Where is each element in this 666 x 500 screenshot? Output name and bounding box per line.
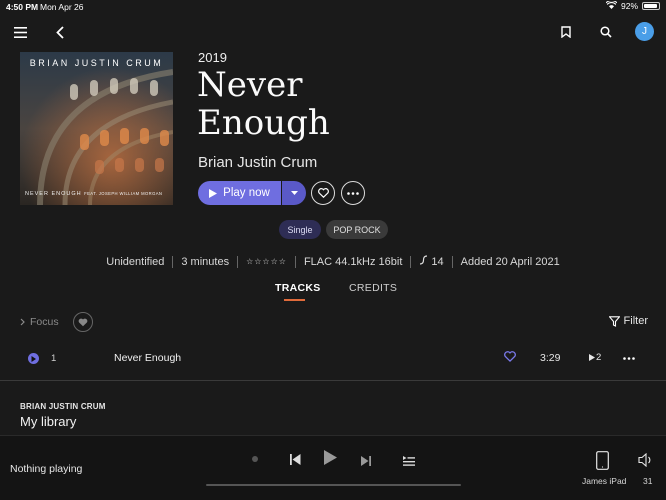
tab-credits[interactable]: CREDITS — [349, 282, 397, 294]
versions-play-icon — [589, 354, 595, 361]
meta-dynamic-range: 14 — [431, 255, 444, 268]
status-right: 92% — [605, 0, 660, 11]
battery-percent: 92% — [620, 1, 638, 11]
track-number: 1 — [51, 353, 57, 364]
tab-active-indicator — [284, 299, 305, 301]
meta-duration: 3 minutes — [181, 255, 230, 268]
filter-label: Filter — [623, 315, 648, 327]
avatar[interactable]: J — [635, 22, 654, 41]
album-title: Never Enough — [197, 65, 330, 143]
status-date: Mon Apr 26 — [40, 2, 84, 12]
track-duration: 3:29 — [540, 352, 561, 364]
tab-bar: TRACKS CREDITS — [0, 282, 666, 304]
play-now-button[interactable]: Play now — [198, 181, 281, 205]
meta-separator — [451, 255, 453, 268]
wifi-icon — [605, 0, 618, 11]
play-options-button[interactable] — [282, 181, 306, 205]
back-icon[interactable] — [49, 21, 71, 43]
album-year: 2019 — [198, 50, 227, 65]
volume-level: 31 — [643, 476, 653, 486]
meta-status: Unidentified — [106, 255, 165, 268]
top-bar: J — [0, 18, 666, 46]
library-artist: BRIAN JUSTIN CRUM — [20, 402, 106, 411]
album-cover: BRIAN JUSTIN CRUM NEVER ENOUGH FEAT. JOS… — [20, 52, 173, 205]
focus-favorites-button[interactable] — [73, 312, 93, 332]
status-time: 4:50 PM — [6, 2, 39, 12]
now-playing-label: Nothing playing — [10, 463, 83, 475]
playback-progress-bar[interactable] — [206, 484, 461, 486]
battery-icon — [642, 2, 660, 10]
more-options-button[interactable] — [341, 181, 365, 205]
dynamic-range-icon — [419, 255, 428, 268]
filter-button[interactable]: Filter — [608, 315, 648, 327]
library-title: My library — [20, 414, 77, 429]
play-icon[interactable] — [324, 450, 337, 470]
focus-toggle[interactable]: Focus — [20, 316, 59, 328]
track-row[interactable]: 1 Never Enough 3:29 2 — [0, 345, 666, 371]
more-icon — [347, 191, 359, 195]
play-icon — [209, 188, 218, 198]
filter-icon — [608, 315, 620, 327]
track-more-icon[interactable] — [623, 351, 635, 363]
meta-separator — [410, 255, 412, 268]
section-divider — [0, 380, 666, 381]
previous-icon[interactable] — [290, 452, 301, 470]
device-ipad-icon[interactable] — [596, 451, 609, 475]
rating-stars[interactable]: ☆☆☆☆☆ — [246, 257, 287, 266]
search-icon[interactable] — [595, 21, 617, 43]
chevron-right-icon — [20, 318, 25, 326]
cover-title: NEVER ENOUGH — [25, 191, 82, 197]
meta-separator — [172, 255, 174, 268]
bookmark-icon[interactable] — [555, 21, 577, 43]
cover-title-text: NEVER ENOUGH FEAT. JOSEPH WILLIAM MORGAN — [25, 191, 171, 197]
cover-artist-text: BRIAN JUSTIN CRUM — [29, 58, 164, 68]
meta-added: Added 20 April 2021 — [460, 255, 560, 268]
battery-fill — [644, 4, 657, 8]
track-play-icon[interactable] — [28, 353, 39, 364]
tag-genre[interactable]: POP ROCK — [326, 220, 388, 239]
favorite-button[interactable] — [311, 181, 335, 205]
meta-separator — [294, 255, 296, 268]
heart-icon — [317, 188, 329, 198]
chevron-down-icon — [290, 191, 298, 195]
volume-icon[interactable] — [638, 452, 654, 472]
output-device-label[interactable]: James iPad — [582, 476, 626, 486]
track-versions[interactable]: 2 — [589, 352, 601, 363]
track-title: Never Enough — [114, 352, 182, 364]
playback-indicator — [252, 456, 258, 462]
play-now-label: Play now — [223, 187, 270, 199]
play-group: Play now — [198, 181, 306, 205]
queue-icon[interactable] — [403, 453, 415, 471]
meta-format: FLAC 44.1kHz 16bit — [303, 255, 403, 268]
tag-release-type[interactable]: Single — [279, 220, 321, 239]
track-favorite-icon[interactable] — [504, 351, 516, 365]
player-bar: Nothing playing James iPad 31 — [0, 435, 666, 500]
cover-feat: FEAT. JOSEPH WILLIAM MORGAN — [84, 191, 163, 196]
next-icon[interactable] — [361, 453, 371, 471]
meta-separator — [237, 255, 239, 268]
track-versions-count: 2 — [596, 352, 602, 363]
tab-tracks[interactable]: TRACKS — [275, 282, 321, 294]
menu-icon[interactable] — [9, 21, 31, 43]
focus-label: Focus — [30, 316, 59, 328]
status-bar: 4:50 PM Mon Apr 26 92% — [0, 0, 666, 14]
album-artist-link[interactable]: Brian Justin Crum — [198, 154, 317, 171]
album-meta-row: Unidentified 3 minutes ☆☆☆☆☆ FLAC 44.1kH… — [0, 255, 666, 268]
heart-icon — [78, 318, 88, 326]
